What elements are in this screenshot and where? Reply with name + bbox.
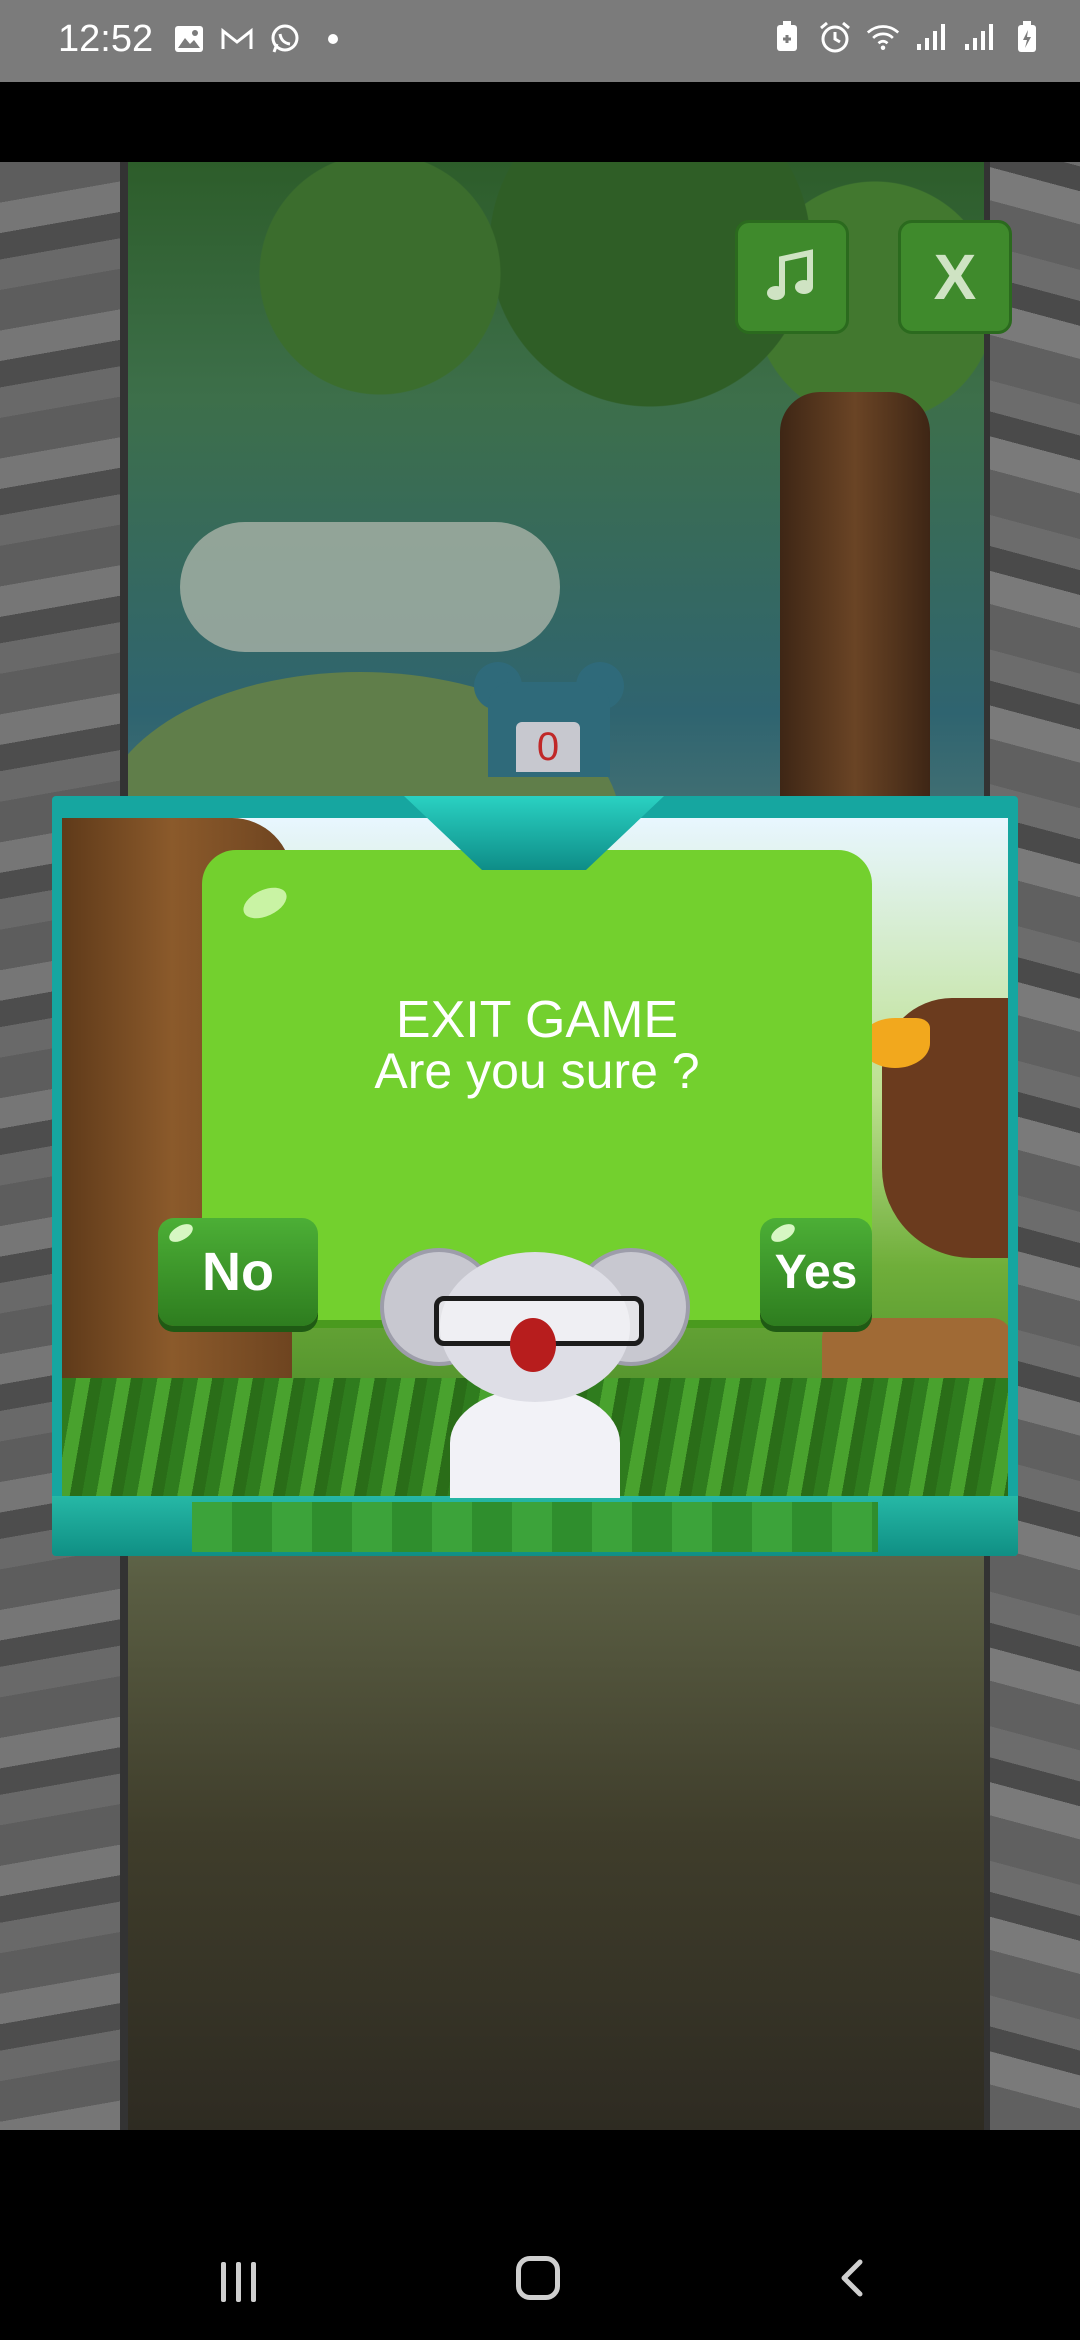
panel-shine — [238, 881, 292, 925]
dialog-question: Are you sure ? — [374, 1043, 700, 1099]
status-bar: 12:52 — [0, 0, 1080, 82]
no-button[interactable]: No — [158, 1218, 318, 1326]
koala-body — [450, 1388, 620, 1498]
battery-charging-icon — [1010, 20, 1044, 54]
status-right-icons — [770, 20, 1044, 54]
yes-button[interactable]: Yes — [760, 1218, 872, 1326]
back-icon[interactable] — [830, 2256, 874, 2300]
alarm-icon — [818, 20, 852, 54]
home-icon[interactable] — [516, 2256, 560, 2300]
score-display: 0 — [474, 662, 624, 777]
top-black-band — [0, 82, 1080, 162]
music-note-icon — [767, 249, 813, 300]
cloud — [180, 522, 560, 652]
wifi-icon — [866, 20, 900, 54]
koala-character — [380, 1238, 690, 1498]
koala-nose — [510, 1318, 556, 1372]
image-icon — [172, 22, 206, 56]
signal-icon — [962, 20, 996, 54]
dialog-bottom-plank — [192, 1502, 878, 1552]
dot-icon — [316, 22, 350, 56]
battery-saver-icon — [770, 20, 804, 54]
music-toggle-button[interactable] — [735, 220, 849, 334]
no-button-label: No — [202, 1242, 274, 1302]
recents-icon[interactable] — [216, 2262, 260, 2302]
status-left-icons — [172, 22, 350, 56]
status-time: 12:52 — [58, 18, 154, 60]
gmail-icon — [220, 22, 254, 56]
dialog-title: EXIT GAME — [395, 991, 679, 1049]
whatsapp-icon — [268, 22, 302, 56]
button-shine — [166, 1220, 196, 1246]
yes-button-label: Yes — [774, 1245, 858, 1299]
button-shine — [768, 1220, 798, 1246]
navigation-bar — [0, 2130, 1080, 2340]
exit-game-button[interactable]: X — [898, 220, 1012, 334]
score-value: 0 — [516, 722, 580, 772]
signal-icon — [914, 20, 948, 54]
turkey-character — [860, 998, 1008, 1258]
